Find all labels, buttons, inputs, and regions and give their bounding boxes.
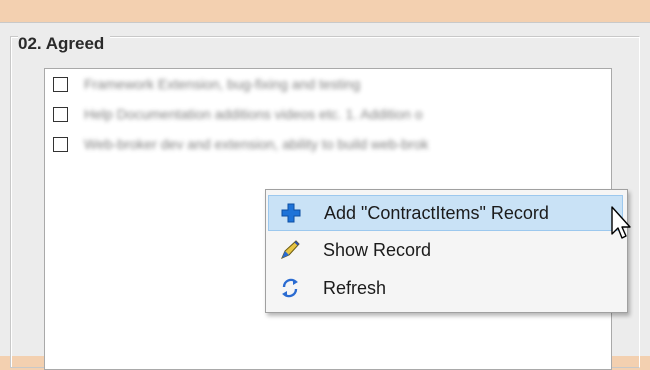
checkbox[interactable] <box>53 106 68 122</box>
pen-icon <box>281 240 300 259</box>
context-menu: Add "ContractItems" Record Show Record R… <box>265 189 628 313</box>
list-item[interactable]: Framework Extension, bug-fixing and test… <box>53 73 360 95</box>
group-title: 02. Agreed <box>18 33 111 55</box>
checkbox[interactable] <box>53 136 68 152</box>
list-item-label: Help Documentation additions videos etc.… <box>84 106 423 122</box>
mouse-pointer-icon <box>611 206 631 239</box>
list-item-label: Web-broker dev and extension, ability to… <box>84 136 429 152</box>
plus-icon <box>281 203 301 223</box>
menu-item-label: Add "ContractItems" Record <box>324 202 549 223</box>
checkbox[interactable] <box>53 76 68 92</box>
menu-item-add-record[interactable]: Add "ContractItems" Record <box>268 195 623 231</box>
menu-item-refresh[interactable]: Refresh <box>268 270 623 306</box>
menu-item-label: Show Record <box>323 239 432 260</box>
list-item[interactable]: Web-broker dev and extension, ability to… <box>53 133 428 155</box>
refresh-icon <box>282 278 298 298</box>
menu-item-show-record[interactable]: Show Record <box>268 232 623 268</box>
menu-item-label: Refresh <box>323 277 387 298</box>
list-item-label: Framework Extension, bug-fixing and test… <box>84 76 361 92</box>
list-item[interactable]: Help Documentation additions videos etc.… <box>53 103 423 125</box>
